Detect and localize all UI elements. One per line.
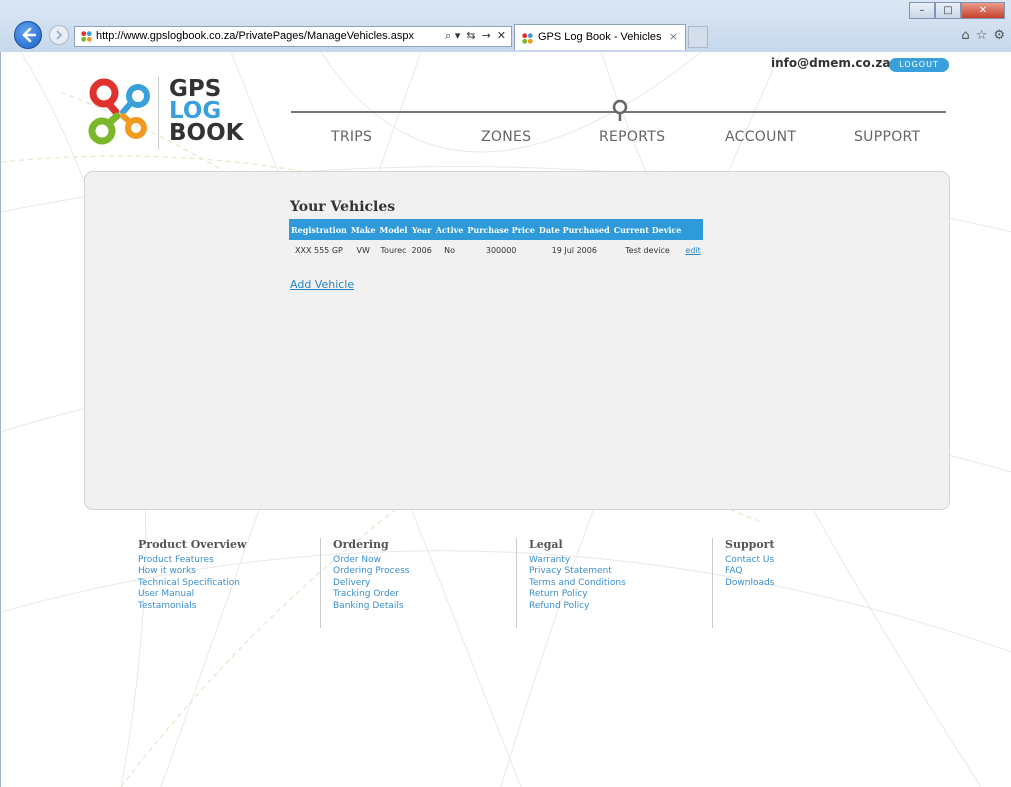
footer-link[interactable]: User Manual <box>138 589 328 600</box>
address-bar[interactable]: http://www.gpslogbook.co.za/PrivatePages… <box>74 26 512 47</box>
footer-column-legal: Legal Warranty Privacy Statement Terms a… <box>516 538 719 628</box>
edit-vehicle-link[interactable]: edit <box>685 246 700 255</box>
tab-close-icon[interactable]: × <box>669 30 678 43</box>
footer-column-product-overview: Product Overview Product Features How it… <box>138 538 328 628</box>
column-header-date-purchased: Date Purchased <box>536 219 612 240</box>
nav-support[interactable]: SUPPORT <box>854 129 920 145</box>
footer-link[interactable]: Technical Specification <box>138 578 328 589</box>
tab-title: GPS Log Book - Vehicles <box>538 31 662 43</box>
footer-heading: Support <box>725 538 775 551</box>
logout-button[interactable]: LOGOUT <box>889 58 949 72</box>
logo-divider <box>158 77 159 149</box>
add-vehicle-link[interactable]: Add Vehicle <box>290 278 354 291</box>
cell-current-device: Test device <box>625 245 670 255</box>
footer-link[interactable]: Tracking Order <box>333 589 523 600</box>
vehicles-table: Registration Make Model Year Active Purc… <box>289 219 703 260</box>
close-window-button[interactable]: ✕ <box>961 2 1005 19</box>
minimize-button[interactable]: – <box>909 2 935 19</box>
footer-heading: Ordering <box>333 538 389 551</box>
page-title: Your Vehicles <box>290 199 396 215</box>
cell-make: VW <box>356 245 370 255</box>
column-header-registration: Registration <box>289 219 349 240</box>
column-header-make: Make <box>348 219 378 240</box>
footer-link[interactable]: Product Features <box>138 555 328 566</box>
footer-link[interactable]: Return Policy <box>529 589 719 600</box>
footer-heading: Product Overview <box>138 538 247 551</box>
arrow-left-icon <box>22 27 36 43</box>
cell-year: 2006 <box>411 245 432 255</box>
table-header-row: Registration Make Model Year Active Purc… <box>289 219 703 240</box>
page-viewport: info@dmem.co.za LOGOUT GPS LOG BOOK TRIP… <box>0 52 1011 787</box>
column-header-model: Model <box>377 219 410 240</box>
maximize-button[interactable]: □ <box>935 2 961 19</box>
logo-wordmark[interactable]: GPS LOG BOOK <box>169 76 244 146</box>
user-email: info@dmem.co.za <box>771 56 891 70</box>
footer-link[interactable]: Contact Us <box>725 555 915 566</box>
footer-link[interactable]: Order Now <box>333 555 523 566</box>
footer-link[interactable]: FAQ <box>725 566 915 577</box>
footer-link[interactable]: Warranty <box>529 555 719 566</box>
site-favicon-icon <box>81 31 92 42</box>
cell-date-purchased: 19 Jul 2006 <box>551 245 597 255</box>
arrow-right-icon <box>56 30 63 40</box>
compatibility-view-icon[interactable]: ⇆ <box>466 29 475 43</box>
column-header-current-device: Current Device <box>611 219 684 240</box>
address-url[interactable]: http://www.gpslogbook.co.za/PrivatePages… <box>96 30 414 42</box>
back-button[interactable] <box>14 21 42 49</box>
forward-button[interactable] <box>49 25 69 45</box>
footer-heading: Legal <box>529 538 563 551</box>
table-row: XXX 555 GP VW Tourec 2006 No 300000 19 J… <box>289 240 703 260</box>
home-icon[interactable]: ⌂ <box>961 28 969 43</box>
footer-link[interactable]: Privacy Statement <box>529 566 719 577</box>
nav-account[interactable]: ACCOUNT <box>725 129 796 145</box>
footer-link[interactable]: Banking Details <box>333 601 523 612</box>
browser-tab[interactable]: GPS Log Book - Vehicles × <box>514 24 686 50</box>
tools-gear-icon[interactable]: ⚙ <box>993 28 1005 43</box>
go-icon[interactable]: → <box>482 29 491 43</box>
browser-toolbar-icons: ⌂ ☆ ⚙ <box>961 28 1005 43</box>
new-tab-button[interactable] <box>688 26 708 48</box>
footer-link[interactable]: Testamonials <box>138 601 328 612</box>
column-header-actions <box>683 219 703 240</box>
window-controls: – □ ✕ <box>909 2 1005 19</box>
column-header-active: Active <box>433 219 466 240</box>
nav-trips[interactable]: TRIPS <box>331 129 372 145</box>
cell-active: No <box>444 245 456 255</box>
site-favicon-icon <box>522 33 533 44</box>
browser-chrome: http://www.gpslogbook.co.za/PrivatePages… <box>0 0 1011 53</box>
search-dropdown-icon[interactable]: ⌕ ▾ <box>445 29 460 43</box>
footer-link[interactable]: How it works <box>138 566 328 577</box>
footer-link[interactable]: Downloads <box>725 578 915 589</box>
column-header-purchase-price: Purchase Price <box>465 219 537 240</box>
logo-word-gps: GPS <box>169 76 222 102</box>
footer-link[interactable]: Terms and Conditions <box>529 578 719 589</box>
cell-actions: edit <box>683 240 702 260</box>
logo-word-log: LOG <box>169 98 222 124</box>
column-header-year: Year <box>409 219 434 240</box>
footer-column-support: Support Contact Us FAQ Downloads <box>712 538 915 628</box>
cell-registration: XXX 555 GP <box>295 245 343 255</box>
logo-word-book: BOOK <box>169 120 244 146</box>
footer-link[interactable]: Refund Policy <box>529 601 719 612</box>
nav-reports[interactable]: REPORTS <box>599 129 665 145</box>
cell-model: Tourec <box>380 245 407 255</box>
map-pin-icon <box>612 99 628 121</box>
cell-purchase-price: 300000 <box>485 245 517 255</box>
nav-zones[interactable]: ZONES <box>481 129 531 145</box>
footer-column-ordering: Ordering Order Now Ordering Process Deli… <box>320 538 523 628</box>
footer-link[interactable]: Delivery <box>333 578 523 589</box>
footer-link[interactable]: Ordering Process <box>333 566 523 577</box>
favorites-star-icon[interactable]: ☆ <box>976 28 988 43</box>
stop-icon[interactable]: ✕ <box>497 29 506 43</box>
address-bar-tools[interactable]: ⌕ ▾ ⇆ → ✕ <box>445 29 506 43</box>
